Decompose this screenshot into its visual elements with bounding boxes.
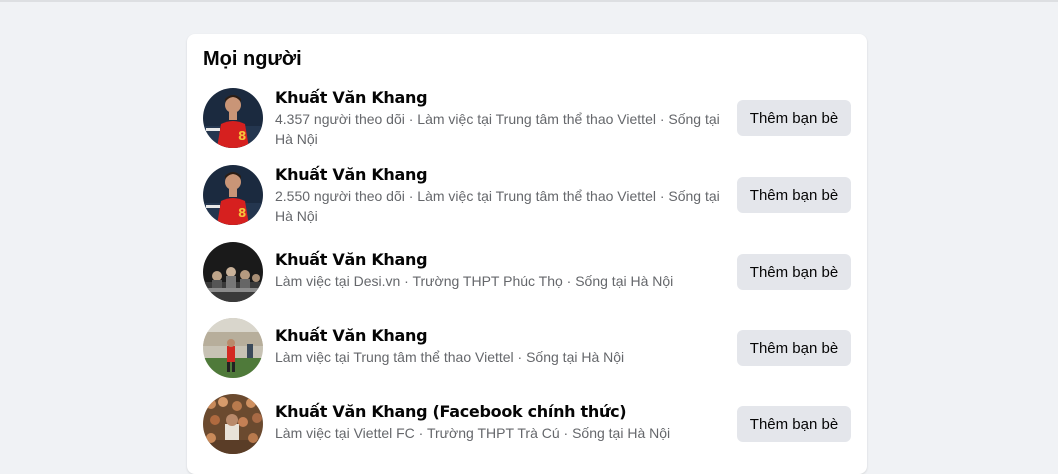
person-row: Khuất Văn Khang (Facebook chính thức) Là… (203, 392, 851, 462)
svg-text:8: 8 (238, 206, 246, 220)
person-info: Khuất Văn Khang Làm việc tại Trung tâm t… (275, 326, 730, 367)
person-info: Khuất Văn Khang (Facebook chính thức) Là… (275, 402, 730, 443)
person-info: Khuất Văn Khang 2.550 người theo dõi · L… (275, 165, 730, 226)
person-row: 8 Khuất Văn Khang 2.550 người theo dõi ·… (203, 163, 851, 233)
avatar[interactable] (203, 394, 263, 454)
person-row: Khuất Văn Khang Làm việc tại Trung tâm t… (203, 316, 851, 386)
person-meta: 2.550 người theo dõi · Làm việc tại Trun… (275, 188, 720, 224)
person-name[interactable]: Khuất Văn Khang (Facebook chính thức) (275, 402, 730, 422)
person-meta: Làm việc tại Viettel FC · Trường THPT Tr… (275, 425, 671, 441)
section-title: Mọi người (203, 48, 302, 70)
add-friend-button[interactable]: Thêm bạn bè (737, 406, 851, 442)
avatar[interactable] (203, 242, 263, 302)
top-divider (0, 0, 1058, 2)
avatar[interactable] (203, 318, 263, 378)
person-name[interactable]: Khuất Văn Khang (275, 250, 730, 270)
person-name[interactable]: Khuất Văn Khang (275, 88, 730, 108)
person-name[interactable]: Khuất Văn Khang (275, 165, 730, 185)
add-friend-button[interactable]: Thêm bạn bè (737, 177, 851, 213)
person-info: Khuất Văn Khang Làm việc tại Desi.vn · T… (275, 250, 730, 291)
person-meta: 4.357 người theo dõi · Làm việc tại Trun… (275, 111, 720, 147)
svg-text:8: 8 (238, 129, 246, 143)
person-meta: Làm việc tại Desi.vn · Trường THPT Phúc … (275, 273, 674, 289)
people-results-card: Mọi người 8 Khuất Văn Khang 4.357 người … (187, 34, 867, 474)
avatar[interactable]: 8 (203, 165, 263, 225)
person-row: Khuất Văn Khang Làm việc tại Desi.vn · T… (203, 240, 851, 310)
add-friend-button[interactable]: Thêm bạn bè (737, 254, 851, 290)
person-name[interactable]: Khuất Văn Khang (275, 326, 730, 346)
person-info: Khuất Văn Khang 4.357 người theo dõi · L… (275, 88, 730, 149)
add-friend-button[interactable]: Thêm bạn bè (737, 330, 851, 366)
add-friend-button[interactable]: Thêm bạn bè (737, 100, 851, 136)
avatar[interactable]: 8 (203, 88, 263, 148)
person-meta: Làm việc tại Trung tâm thể thao Viettel … (275, 349, 625, 365)
person-row: 8 Khuất Văn Khang 4.357 người theo dõi ·… (203, 86, 851, 156)
